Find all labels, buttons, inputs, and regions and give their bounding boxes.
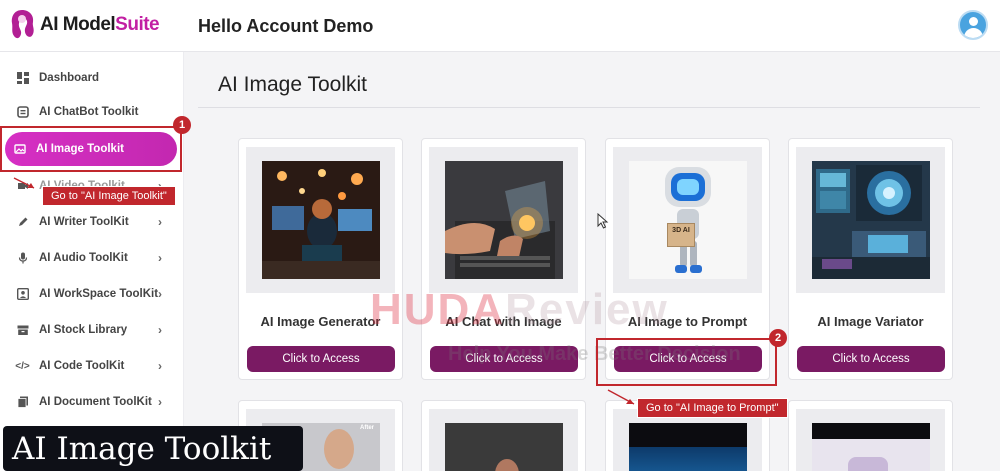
step2-callout: Go to "AI Image to Prompt"	[637, 398, 788, 418]
chevron-right-icon: ›	[158, 251, 162, 265]
sidebar-item-stock-library[interactable]: AI Stock Library ›	[8, 315, 178, 345]
sidebar-item-label: Dashboard	[39, 72, 100, 84]
microphone-icon	[16, 252, 29, 265]
page-title: AI Image Toolkit	[218, 73, 368, 96]
code-icon: </>	[15, 360, 30, 372]
avatar[interactable]	[958, 10, 988, 40]
row2-thumbnail-2	[445, 423, 563, 471]
card-title: AI Image Generator	[260, 314, 381, 329]
step1-highlight-box	[0, 126, 182, 172]
card-title: AI Image Variator	[817, 314, 924, 329]
chevron-right-icon: ›	[158, 395, 162, 409]
sidebar-item-label: AI Audio ToolKit	[39, 252, 128, 264]
card-thumb-frame	[246, 147, 395, 293]
row2-thumbnail-3	[629, 423, 747, 471]
step2-badge: 2	[769, 329, 787, 347]
page-greeting: Hello Account Demo	[198, 16, 374, 36]
sidebar-item-writer[interactable]: AI Writer ToolKit ›	[8, 207, 178, 237]
tool-card-image-variator[interactable]: AI Image Variator Click to Access	[788, 138, 953, 380]
app-logo[interactable]: AI ModelSuite	[8, 8, 160, 42]
chevron-right-icon: ›	[158, 359, 162, 373]
avatar-body	[964, 28, 983, 38]
sidebar-item-document[interactable]: AI Document ToolKit ›	[8, 387, 178, 417]
sidebar-item-label: AI ChatBot Toolkit	[39, 106, 139, 118]
card-thumb-frame	[796, 409, 945, 471]
sidebar-item-code[interactable]: </> AI Code ToolKit ›	[8, 351, 178, 381]
robot-sign: 3D AI	[667, 223, 695, 247]
card-thumb-frame	[429, 409, 578, 471]
click-to-access-button[interactable]: Click to Access	[430, 346, 578, 372]
video-overlay-title: AI Image Toolkit	[3, 426, 303, 471]
logo-text-part1: AI Model	[40, 14, 116, 35]
library-icon	[16, 324, 29, 337]
robot-sign-text: 3D AI	[672, 227, 690, 234]
tool-card-chat-with-image[interactable]: AI Chat with Image Click to Access	[421, 138, 586, 380]
workspace-icon	[16, 288, 29, 301]
row2-thumbnail-4	[812, 423, 930, 471]
step2-highlight-box	[596, 338, 777, 386]
sidebar-item-label: AI Writer ToolKit	[39, 216, 129, 228]
row2-thumbnail-4-top	[812, 423, 930, 439]
title-divider	[198, 107, 980, 108]
click-to-access-button[interactable]: Click to Access	[247, 346, 395, 372]
after-label: After	[359, 425, 374, 431]
row2-thumbnail-2-person	[495, 459, 519, 471]
chevron-right-icon: ›	[158, 215, 162, 229]
dashboard-icon	[16, 72, 29, 85]
sidebar-item-audio[interactable]: AI Audio ToolKit ›	[8, 243, 178, 273]
tool-card-row2-4[interactable]	[788, 400, 953, 471]
row2-thumbnail-4-figure	[848, 457, 888, 471]
face-left	[324, 429, 354, 469]
logo-text: AI ModelSuite	[40, 14, 160, 36]
image-to-prompt-thumbnail: 3D AI	[629, 161, 747, 279]
step1-arrow-icon	[13, 177, 35, 189]
click-to-access-button[interactable]: Click to Access	[797, 346, 945, 372]
step1-callout: Go to "AI Image Toolkit"	[42, 186, 176, 206]
card-thumb-frame	[613, 409, 762, 471]
sidebar-item-label: AI Document ToolKit	[39, 396, 152, 408]
chat-with-image-thumbnail	[445, 161, 563, 279]
sidebar-item-dashboard[interactable]: Dashboard	[8, 63, 178, 93]
sidebar-item-label: AI Stock Library	[39, 324, 128, 336]
card-title: AI Image to Prompt	[627, 314, 748, 329]
card-thumb-frame	[796, 147, 945, 293]
sidebar-item-label: AI WorkSpace ToolKit	[39, 288, 159, 300]
robot-illustration	[629, 161, 747, 279]
chevron-right-icon: ›	[158, 287, 162, 301]
document-icon	[16, 396, 29, 409]
logo-mark-icon	[11, 10, 34, 39]
card-thumb-frame: 3D AI	[613, 147, 762, 293]
card-title: AI Chat with Image	[445, 314, 562, 329]
avatar-head	[969, 17, 978, 26]
step1-badge: 1	[173, 116, 191, 134]
tool-card-row2-2[interactable]	[421, 400, 586, 471]
chatbot-icon	[16, 106, 29, 119]
image-generator-thumbnail	[262, 161, 380, 279]
mouse-cursor-icon	[597, 213, 609, 229]
pen-icon	[16, 216, 29, 229]
sidebar-item-label: AI Code ToolKit	[39, 360, 125, 372]
sidebar-item-workspace[interactable]: AI WorkSpace ToolKit ›	[8, 279, 178, 309]
image-variator-thumbnail	[812, 161, 930, 279]
card-thumb-frame	[429, 147, 578, 293]
tool-card-image-generator[interactable]: AI Image Generator Click to Access	[238, 138, 403, 380]
top-bar: AI ModelSuite Hello Account Demo	[0, 0, 1000, 52]
logo-text-part2: Suite	[115, 14, 160, 35]
chevron-right-icon: ›	[158, 323, 162, 337]
row2-thumbnail-3-sky	[629, 447, 747, 471]
sidebar-item-chatbot[interactable]: AI ChatBot Toolkit	[8, 97, 178, 127]
